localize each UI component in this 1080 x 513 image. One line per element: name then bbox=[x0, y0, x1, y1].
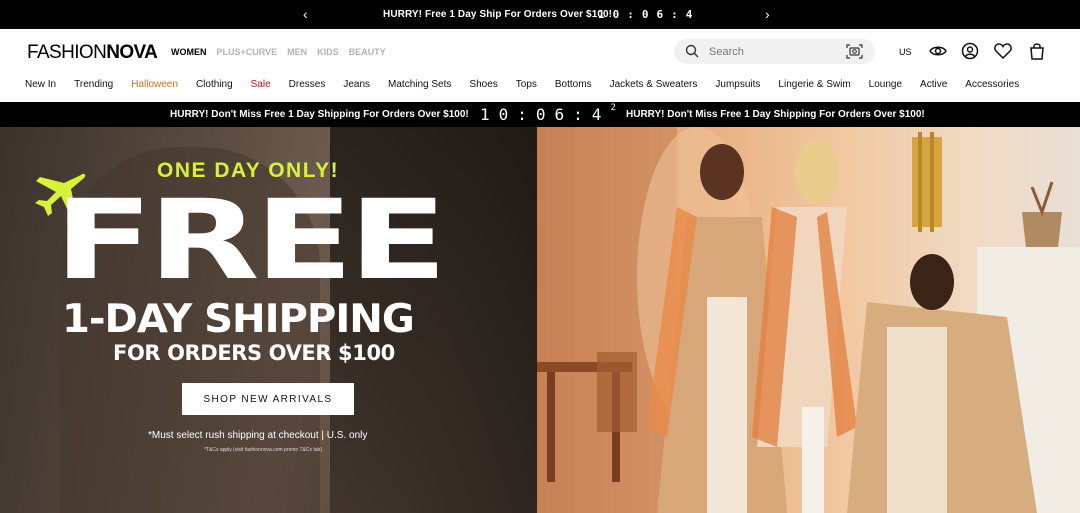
nav-item-matching-sets[interactable]: Matching Sets bbox=[388, 79, 451, 90]
nav-item-jackets-sweaters[interactable]: Jackets & Sweaters bbox=[610, 79, 698, 90]
nav-item-trending[interactable]: Trending bbox=[74, 79, 113, 90]
category-kids[interactable]: KIDS bbox=[317, 47, 339, 57]
nav-item-halloween[interactable]: Halloween bbox=[131, 79, 178, 90]
nav-item-sale[interactable]: Sale bbox=[251, 79, 271, 90]
search-input[interactable] bbox=[709, 43, 839, 60]
nav-item-jumpsuits[interactable]: Jumpsuits bbox=[715, 79, 760, 90]
promo-timer-digits: 10:06:4 bbox=[480, 105, 611, 124]
logo[interactable]: FASHIONNOVA bbox=[27, 42, 158, 64]
nav-item-jeans[interactable]: Jeans bbox=[343, 79, 370, 90]
region-selector[interactable]: US bbox=[899, 47, 912, 57]
nav-item-new-in[interactable]: New In bbox=[25, 79, 56, 90]
promo-timer: 10:06:42 bbox=[480, 102, 616, 124]
announcement-message: HURRY! Free 1 Day Ship For Orders Over $… bbox=[383, 9, 613, 20]
chevron-right-icon[interactable]: › bbox=[765, 6, 770, 22]
category-beauty[interactable]: BEAUTY bbox=[349, 47, 386, 57]
heart-icon[interactable] bbox=[993, 41, 1013, 61]
nav-item-shoes[interactable]: Shoes bbox=[469, 79, 497, 90]
hero-condition: FOR ORDERS OVER $100 bbox=[113, 341, 395, 365]
promo-banner[interactable]: HURRY! Don't Miss Free 1 Day Shipping Fo… bbox=[0, 102, 1080, 127]
category-men[interactable]: MEN bbox=[287, 47, 307, 57]
promo-message-right: HURRY! Don't Miss Free 1 Day Shipping Fo… bbox=[626, 109, 925, 120]
hero-fine-print: *Must select rush shipping at checkout |… bbox=[148, 430, 368, 441]
hero-banner-left[interactable]: ONE DAY ONLY! FREE 1-DAY SHIPPING FOR OR… bbox=[0, 127, 537, 513]
main-nav: New In Trending Halloween Clothing Sale … bbox=[25, 79, 1037, 90]
hero-banner-right[interactable] bbox=[537, 127, 1080, 513]
nav-item-lingerie-swim[interactable]: Lingerie & Swim bbox=[778, 79, 850, 90]
chevron-left-icon[interactable]: ‹ bbox=[303, 6, 308, 22]
logo-nova: NOVA bbox=[106, 42, 158, 63]
account-icon[interactable] bbox=[960, 41, 980, 61]
promo-timer-sup: 2 bbox=[610, 102, 616, 113]
category-plus-curve[interactable]: PLUS+CURVE bbox=[217, 47, 278, 57]
nav-item-accessories[interactable]: Accessories bbox=[965, 79, 1019, 90]
nav-item-lounge[interactable]: Lounge bbox=[869, 79, 902, 90]
announcement-bar: ‹ HURRY! Free 1 Day Ship For Orders Over… bbox=[0, 0, 1080, 29]
category-women[interactable]: WOMEN bbox=[171, 47, 207, 57]
hero-subheadline: 1-DAY SHIPPING bbox=[62, 297, 415, 342]
hero-tiny-print: *T&Cs apply (visit fashionnova.com promo… bbox=[204, 447, 323, 453]
hero-models-image bbox=[537, 127, 1080, 513]
category-switcher: WOMEN PLUS+CURVE MEN KIDS BEAUTY bbox=[171, 47, 386, 57]
camera-search-icon[interactable] bbox=[846, 44, 863, 59]
search-bar[interactable] bbox=[674, 39, 875, 64]
nav-item-active[interactable]: Active bbox=[920, 79, 947, 90]
bag-icon[interactable] bbox=[1027, 41, 1047, 61]
nav-item-dresses[interactable]: Dresses bbox=[289, 79, 326, 90]
logo-fashion: FASHION bbox=[27, 42, 107, 63]
nav-item-bottoms[interactable]: Bottoms bbox=[555, 79, 592, 90]
hero-headline: FREE bbox=[54, 176, 448, 304]
search-icon bbox=[685, 44, 699, 58]
eye-icon[interactable] bbox=[928, 41, 948, 61]
nav-item-clothing[interactable]: Clothing bbox=[196, 79, 233, 90]
nav-item-tops[interactable]: Tops bbox=[516, 79, 537, 90]
announcement-timer: 10:06:4 bbox=[598, 8, 701, 21]
promo-message-left: HURRY! Don't Miss Free 1 Day Shipping Fo… bbox=[170, 109, 469, 120]
site-header: FASHIONNOVA WOMEN PLUS+CURVE MEN KIDS BE… bbox=[0, 29, 1080, 102]
shop-new-arrivals-button[interactable]: SHOP NEW ARRIVALS bbox=[182, 383, 354, 415]
